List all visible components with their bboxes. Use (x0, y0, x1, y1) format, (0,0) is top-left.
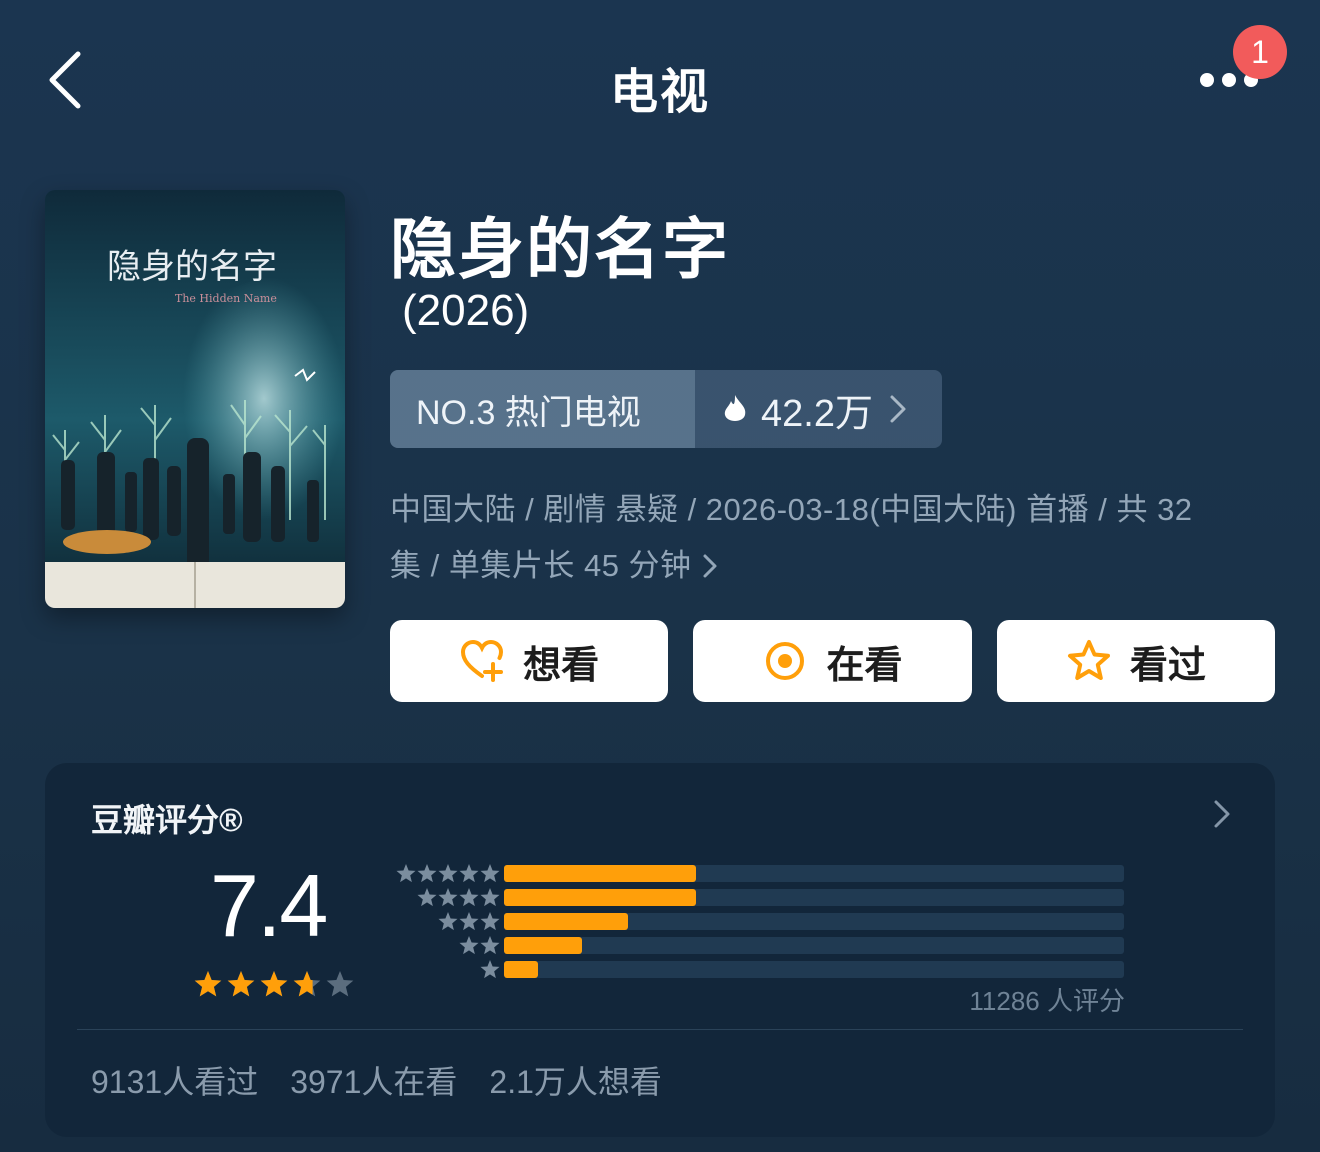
rating-bar-track-2star (504, 937, 1124, 954)
action-buttons: 想看 在看 看过 (390, 620, 1275, 702)
star-level-icon (438, 912, 458, 931)
top-bar: 电视 1 (0, 0, 1320, 160)
want-button[interactable]: 想看 (390, 620, 669, 702)
heat-indicator: 42.2万 (695, 370, 942, 448)
star-level-icon (459, 864, 479, 883)
rating-bar-track-4star (504, 889, 1124, 906)
star-filled-icon (260, 971, 288, 997)
rating-bar-3star (504, 913, 628, 930)
want-count: 2.1万人想看 (489, 1064, 662, 1100)
rating-bar-track-1star (504, 961, 1124, 978)
meta-line-2: 集 / 单集片长 45 分钟 (390, 548, 692, 583)
watching-label: 在看 (826, 644, 903, 687)
star-level-icon (480, 960, 500, 979)
watched-count: 9131人看过 (91, 1064, 259, 1100)
star-level-icon (438, 864, 458, 883)
star-empty-icon (326, 971, 354, 997)
chevron-right-icon (890, 395, 906, 423)
heat-value: 42.2万 (761, 392, 873, 435)
page-title: 电视 (609, 66, 710, 119)
star-level-icon (480, 936, 500, 955)
rating-bar-5star (504, 865, 697, 882)
rating-bar-track-5star (504, 865, 1124, 882)
rating-bar-2star (504, 937, 582, 954)
rating-distribution (504, 865, 1124, 985)
meta-line-2-wrap: 集 / 单集片长 45 分钟 (390, 538, 1270, 594)
want-label: 想看 (523, 644, 600, 687)
more-icon-dot (1222, 73, 1236, 87)
show-meta[interactable]: 中国大陆 / 剧情 悬疑 / 2026-03-18(中国大陆) 首播 / 共 3… (390, 482, 1270, 594)
star-level-icon (417, 888, 437, 907)
watched-button[interactable]: 看过 (996, 620, 1275, 702)
notification-badge: 1 (1233, 25, 1287, 79)
star-level-icon (459, 888, 479, 907)
watching-count: 3971人在看 (290, 1064, 458, 1100)
poster-image[interactable]: 隐身的名字 The Hidden Name (45, 190, 345, 608)
rank-heat-box[interactable]: NO.3 热门电视 42.2万 (390, 370, 942, 448)
rating-bar-4star (504, 889, 697, 906)
heart-plus-icon (461, 639, 504, 682)
rating-bar-1star (504, 961, 539, 978)
star-level-icon (438, 888, 458, 907)
rating-bar-track-3star (504, 913, 1124, 930)
star-level-icon (459, 936, 479, 955)
watching-button[interactable]: 在看 (693, 620, 972, 702)
chevron-right-icon (703, 554, 717, 578)
star-outline-icon (1067, 640, 1110, 680)
star-level-icon (480, 912, 500, 931)
star-filled-icon (194, 971, 222, 997)
rating-card[interactable]: 豆瓣评分® 7.4 11286 人评分 9131人看过 3971人在看 2.1万… (45, 763, 1275, 1137)
target-icon (766, 642, 805, 680)
star-level-icon (480, 888, 500, 907)
more-icon (1200, 73, 1214, 87)
watched-label: 看过 (1129, 644, 1206, 687)
star-filled-icon (227, 971, 255, 997)
poster-subtitle-text: The Hidden Name (175, 292, 277, 305)
rank-label: NO.3 热门电视 (390, 370, 695, 448)
star-level-icon (480, 864, 500, 883)
star-level-labels (396, 864, 500, 979)
star-level-icon (459, 912, 479, 931)
chevron-right-icon[interactable] (1213, 799, 1231, 829)
star-level-icon (417, 864, 437, 883)
divider (77, 1029, 1243, 1030)
flame-icon (724, 395, 746, 421)
score-stars (194, 971, 354, 997)
show-title: 隐身的名字 (390, 212, 730, 286)
rating-score: 7.4 (210, 856, 328, 955)
meta-line-1: 中国大陆 / 剧情 悬疑 / 2026-03-18(中国大陆) 首播 / 共 3… (390, 492, 1193, 527)
show-year: (2026) (402, 286, 530, 335)
watch-stats: 9131人看过 3971人在看 2.1万人想看 (91, 1057, 662, 1103)
star-level-icon (396, 864, 416, 883)
poster-title-text: 隐身的名字 (107, 247, 277, 287)
vote-count: 11286 人评分 (969, 986, 1125, 1016)
rating-title: 豆瓣评分® (91, 802, 243, 838)
